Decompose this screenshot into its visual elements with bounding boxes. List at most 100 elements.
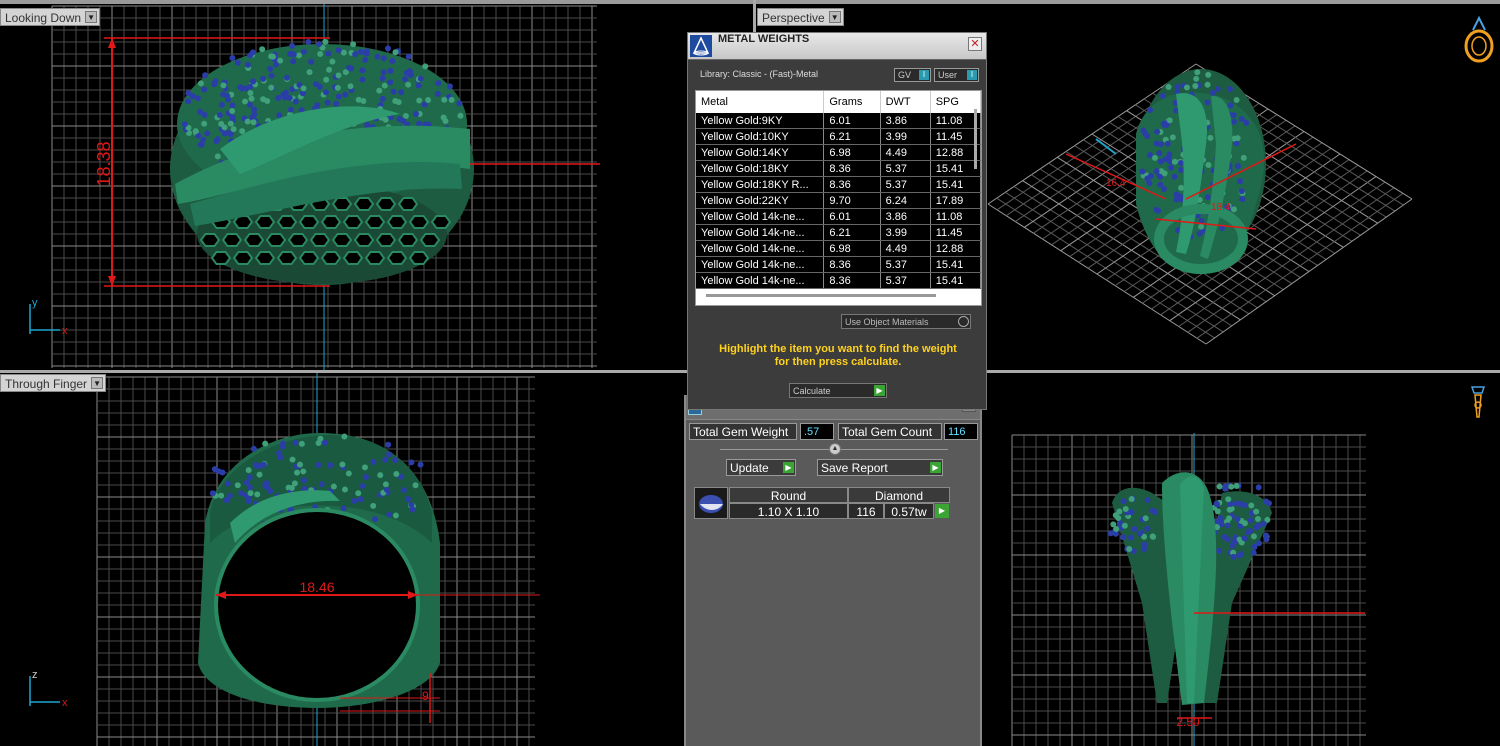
collapse-toggle-icon[interactable]: ▲ [829,443,841,455]
table-cell: 11.45 [930,128,981,145]
table-cell: Yellow Gold:18KY R... [696,176,825,193]
viewport-through-finger[interactable]: 18.46 9 z x Through Finger ▼ [0,373,684,746]
viewport-label: Through Finger [5,377,88,391]
table-row[interactable]: Yellow Gold:18KY 8.36 5.37 15.41 [696,160,981,177]
vertical-scrollbar[interactable] [974,109,977,169]
ring-icon[interactable] [1464,15,1494,63]
chevron-down-icon[interactable]: ▼ [828,11,841,23]
gem-go-button[interactable]: ▶ [935,504,949,518]
dimension-small-label: 9 [422,689,429,703]
table-cell: 9.70 [823,192,881,209]
table-row[interactable]: Yellow Gold:10KY 6.21 3.99 11.45 [696,128,981,145]
table-cell: 11.08 [930,208,981,225]
column-header-dwt[interactable]: DWT [880,91,931,113]
table-row[interactable]: Yellow Gold:22KY 9.70 6.24 17.89 [696,192,981,209]
viewport-menu-through-finger[interactable]: Through Finger ▼ [0,374,107,392]
toggle-indicator-icon: I [967,70,977,80]
radio-icon [958,316,969,327]
axis-label-x: x [62,697,68,709]
viewport-menu-perspective[interactable]: Perspective ▼ [757,8,844,26]
table-cell: 6.01 [823,208,881,225]
table-cell: 3.99 [880,128,931,145]
table-cell: 15.41 [930,176,981,193]
column-header-grams[interactable]: Grams [823,91,881,113]
gv-toggle[interactable]: GV I [894,68,931,82]
user-label: User [938,70,958,80]
chevron-down-icon[interactable]: ▼ [91,377,104,389]
table-row[interactable]: Yellow Gold 14k-ne... 8.36 5.37 15.41 [696,256,981,273]
chevron-down-icon[interactable]: ▼ [85,11,98,23]
gem-thumbnail[interactable] [694,487,728,519]
total-gem-weight-value: .57 [800,423,834,440]
instruction-line-1: Highlight the item you want to find the … [719,343,957,355]
table-cell: 17.89 [930,192,981,209]
table-row[interactable]: Yellow Gold 14k-ne... 8.36 5.37 15.41 [696,272,981,289]
table-cell: 3.86 [880,208,931,225]
table-row[interactable]: Yellow Gold:14KY 6.98 4.49 12.88 [696,144,981,161]
table-row[interactable]: Yellow Gold:18KY R... 8.36 5.37 15.41 [696,176,981,193]
table-cell: 6.98 [823,240,881,257]
table-cell: 6.98 [823,144,881,161]
table-cell: 8.36 [823,272,881,289]
table-cell: 12.88 [930,144,981,161]
total-gem-weight-label: Total Gem Weight [689,423,797,440]
table-row[interactable]: Yellow Gold:9KY 6.01 3.86 11.08 [696,113,981,129]
table-cell: Yellow Gold:22KY [696,192,825,209]
table-cell: Yellow Gold 14k-ne... [696,240,825,257]
play-icon: ▶ [930,462,941,473]
dimension-width-label: 18.46 [299,579,334,595]
table-row[interactable]: Yellow Gold 14k-ne... 6.01 3.86 11.08 [696,208,981,225]
close-button[interactable]: ✕ [968,37,982,51]
gem-size: 1.10 X 1.10 [729,503,848,519]
table-cell: Yellow Gold 14k-ne... [696,256,825,273]
column-header-spg[interactable]: SPG [930,91,981,113]
viewport-side[interactable]: 2.50 [982,373,1500,746]
total-gem-count-label: Total Gem Count [838,423,942,440]
horizontal-scrollbar[interactable] [706,294,936,297]
table-cell: 3.99 [880,224,931,241]
table-cell: 8.36 [823,256,881,273]
viewport-looking-down[interactable]: 18.38 y x Looking Down ▼ [0,4,753,370]
dialog-titlebar[interactable]: METAL WEIGHTS ✕ [688,33,986,60]
gv-label: GV [898,70,912,80]
table-row[interactable]: Yellow Gold 14k-ne... 6.21 3.99 11.45 [696,224,981,241]
looking-down-canvas: 18.38 y x [29,4,600,370]
axis-label-x: x [62,325,68,337]
table-cell: Yellow Gold 14k-ne... [696,208,825,225]
table-row[interactable]: Yellow Gold 14k-ne... 6.98 4.49 12.88 [696,240,981,257]
table-cell: Yellow Gold:9KY [696,113,825,129]
dim-label-a: 16.4 [1106,178,1126,189]
gem-count: 116 [848,503,884,519]
gem-report-panel: Total Gem Weight .57 Total Gem Count 116… [684,395,982,746]
side-canvas: 2.50 [1011,386,1486,746]
table-cell: 11.45 [930,224,981,241]
table-header-row: Metal Grams DWT SPG [696,91,981,113]
metal-table[interactable]: Metal Grams DWT SPG Yellow Gold:9KY 6.01 3.86… [695,90,982,306]
column-header-metal[interactable]: Metal [696,91,825,113]
table-cell: 15.41 [930,272,981,289]
table-cell: 12.88 [930,240,981,257]
update-button[interactable]: Update ▶ [726,459,796,476]
axis-line-y [1095,138,1117,155]
instruction-text: Highlight the item you want to find the … [698,343,978,369]
gem-type: Diamond [848,487,950,503]
table-cell: 6.24 [880,192,931,209]
table-cell: Yellow Gold 14k-ne... [696,224,825,241]
table-cell: 8.36 [823,160,881,177]
viewport-menu-looking-down[interactable]: Looking Down ▼ [0,8,101,26]
viewport-label: Perspective [762,11,825,25]
gem-tool-icon[interactable] [1470,386,1486,418]
table-cell: Yellow Gold:10KY [696,128,825,145]
user-toggle[interactable]: User I [934,68,979,82]
instruction-line-2: for then press calculate. [774,356,902,368]
dim-label-b: 18.4 [1211,202,1231,213]
save-report-button[interactable]: Save Report ▶ [817,459,943,476]
play-icon: ▶ [783,462,794,473]
dialog-title: METAL WEIGHTS [718,33,810,45]
gem-shape: Round [729,487,848,503]
calculate-button[interactable]: Calculate ▶ [789,383,887,398]
ring-model-top [170,38,474,285]
use-object-materials-label: Use Object Materials [845,317,929,327]
use-object-materials-toggle[interactable]: Use Object Materials [841,314,971,329]
cone-logo-icon [690,35,712,57]
